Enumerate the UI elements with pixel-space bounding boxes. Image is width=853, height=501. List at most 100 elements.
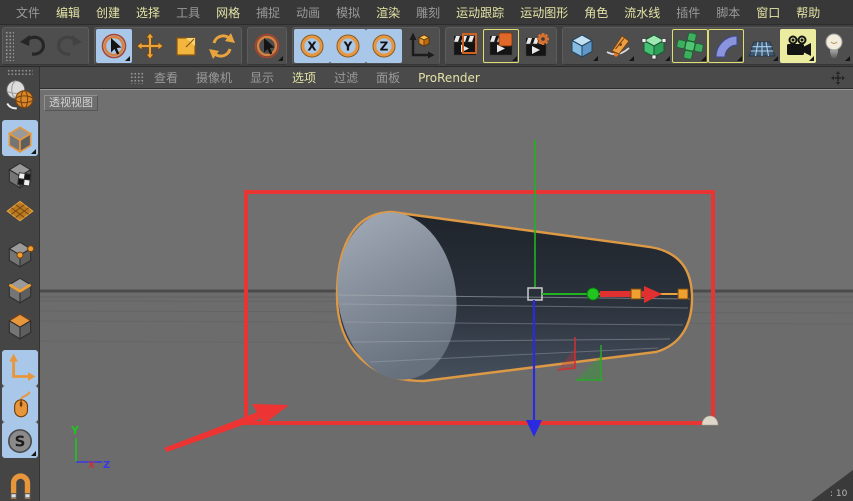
texture-mode-button[interactable] bbox=[2, 156, 38, 192]
vmenu-item-panel[interactable]: 面板 bbox=[367, 69, 409, 86]
menu-item-plugins[interactable]: 插件 bbox=[668, 4, 708, 21]
live-selection-button[interactable] bbox=[96, 28, 132, 63]
bend-deformer-icon bbox=[715, 34, 738, 57]
add-camera-button[interactable] bbox=[780, 28, 816, 63]
render-settings-icon bbox=[525, 32, 549, 56]
lock-z-button[interactable]: Z bbox=[366, 28, 402, 63]
add-primitive-button[interactable] bbox=[564, 29, 600, 63]
lock-x-button[interactable]: X bbox=[294, 28, 330, 63]
viewport-pan-icon[interactable] bbox=[831, 70, 845, 85]
lock-y-button[interactable]: Y bbox=[330, 28, 366, 63]
vmenu-item-filter[interactable]: 过滤 bbox=[325, 69, 367, 86]
vmenu-item-view[interactable]: 查看 bbox=[145, 69, 187, 86]
menu-item-script[interactable]: 脚本 bbox=[708, 4, 748, 21]
redo-button[interactable] bbox=[51, 29, 87, 63]
undo-button[interactable] bbox=[15, 29, 51, 63]
main-toolbar: X Y Z bbox=[0, 25, 853, 67]
menu-item-tools[interactable]: 工具 bbox=[168, 4, 208, 21]
add-environment-button[interactable] bbox=[744, 29, 780, 63]
render-to-picture-viewer-button[interactable] bbox=[483, 29, 519, 63]
snap-icon: S bbox=[7, 429, 32, 454]
render-view-button[interactable] bbox=[447, 29, 483, 63]
selection-tool-button[interactable] bbox=[249, 29, 285, 63]
polygons-mode-icon bbox=[7, 313, 32, 340]
create-objects-group bbox=[562, 26, 853, 65]
vmenu-item-prorender[interactable]: ProRender bbox=[409, 71, 489, 85]
move-icon bbox=[136, 31, 164, 60]
magnet-icon bbox=[9, 473, 31, 499]
y-axis-icon: Y bbox=[336, 34, 360, 57]
mode-sidebar: S bbox=[0, 67, 40, 501]
edges-mode-button[interactable] bbox=[2, 271, 38, 307]
floor-grid-icon bbox=[748, 41, 776, 56]
toolbar-grip[interactable] bbox=[5, 30, 14, 61]
viewport-label[interactable]: 透视视图 bbox=[44, 95, 98, 111]
viewport-tweak-button[interactable] bbox=[1, 386, 38, 422]
model-mode-button[interactable] bbox=[1, 120, 38, 156]
menu-item-simulate[interactable]: 模拟 bbox=[328, 4, 368, 21]
svg-text:X: X bbox=[88, 461, 95, 471]
undo-redo-group bbox=[2, 26, 89, 65]
render-settings-button[interactable] bbox=[519, 29, 555, 63]
menu-item-snap[interactable]: 捕捉 bbox=[248, 4, 288, 21]
menu-item-character[interactable]: 角色 bbox=[576, 4, 616, 21]
menu-item-animate[interactable]: 动画 bbox=[288, 4, 328, 21]
vmenu-item-cameras[interactable]: 摄像机 bbox=[187, 69, 241, 86]
svg-text:X: X bbox=[307, 39, 317, 53]
rotate-tool-button[interactable] bbox=[204, 29, 240, 63]
coordinate-system-icon bbox=[409, 32, 435, 58]
viewport-menu-grip[interactable] bbox=[130, 71, 144, 84]
add-mograph-button[interactable] bbox=[672, 29, 708, 63]
menu-item-pipeline[interactable]: 流水线 bbox=[616, 4, 668, 21]
svg-text:S: S bbox=[14, 432, 25, 450]
workplane-mode-button[interactable] bbox=[2, 192, 38, 228]
render-group bbox=[445, 26, 557, 65]
z-axis-icon: Z bbox=[372, 34, 396, 57]
svg-text:Y: Y bbox=[343, 39, 353, 53]
menu-item-window[interactable]: 窗口 bbox=[748, 4, 788, 21]
perspective-viewport[interactable]: Y X Z : 10 透视视图 bbox=[40, 89, 853, 501]
enable-axis-button[interactable] bbox=[1, 350, 38, 386]
add-spline-button[interactable] bbox=[600, 29, 636, 63]
main-menubar: 文件 编辑 创建 选择 工具 网格 捕捉 动画 模拟 渲染 雕刻 运动跟踪 运动… bbox=[0, 0, 853, 25]
edges-mode-icon bbox=[7, 277, 32, 304]
menu-item-edit[interactable]: 编辑 bbox=[48, 4, 88, 21]
scale-tool-button[interactable] bbox=[168, 29, 204, 63]
gizmo-scale-handle-2[interactable] bbox=[677, 288, 689, 300]
add-deformer-button[interactable] bbox=[708, 29, 744, 63]
cube-primitive-icon bbox=[570, 33, 594, 58]
menu-item-sculpt[interactable]: 雕刻 bbox=[408, 4, 448, 21]
menu-item-motion-tracker[interactable]: 运动跟踪 bbox=[448, 4, 512, 21]
make-editable-button[interactable] bbox=[2, 77, 38, 113]
svg-text:Z: Z bbox=[103, 460, 110, 471]
magnet-snap-button[interactable] bbox=[2, 465, 38, 501]
subdivision-cube-icon bbox=[641, 33, 667, 59]
vmenu-item-options[interactable]: 选项 bbox=[283, 69, 325, 86]
snap-settings-button[interactable]: S bbox=[1, 422, 38, 458]
live-selection-icon bbox=[101, 33, 127, 58]
move-tool-button[interactable] bbox=[132, 29, 168, 63]
menu-item-file[interactable]: 文件 bbox=[8, 4, 48, 21]
cinema4d-window: { "menubar": { "items": [ {"label":"文件",… bbox=[0, 0, 853, 501]
polygons-mode-button[interactable] bbox=[2, 307, 38, 343]
menu-item-select[interactable]: 选择 bbox=[128, 4, 168, 21]
gizmo-scale-handle-1[interactable] bbox=[630, 288, 642, 300]
svg-text:Y: Y bbox=[70, 424, 80, 437]
menu-item-mesh[interactable]: 网格 bbox=[208, 4, 248, 21]
menu-item-create[interactable]: 创建 bbox=[88, 4, 128, 21]
svg-text:: 10: : 10 bbox=[830, 489, 848, 499]
add-light-button[interactable] bbox=[816, 29, 852, 63]
add-generator-button[interactable] bbox=[636, 29, 672, 63]
menu-item-help[interactable]: 帮助 bbox=[788, 4, 828, 21]
menu-item-mograph[interactable]: 运动图形 bbox=[512, 4, 576, 21]
light-bulb-icon bbox=[825, 33, 843, 58]
texture-mode-icon bbox=[7, 162, 32, 189]
camera-icon bbox=[787, 35, 811, 56]
vmenu-item-display[interactable]: 显示 bbox=[241, 69, 283, 86]
coordinate-system-button[interactable] bbox=[402, 29, 438, 63]
render-view-icon bbox=[453, 32, 477, 55]
points-mode-button[interactable] bbox=[2, 235, 38, 271]
menu-item-render[interactable]: 渲染 bbox=[368, 4, 408, 21]
gizmo-green-knob[interactable] bbox=[586, 287, 600, 301]
sidebar-grip[interactable] bbox=[6, 69, 33, 75]
